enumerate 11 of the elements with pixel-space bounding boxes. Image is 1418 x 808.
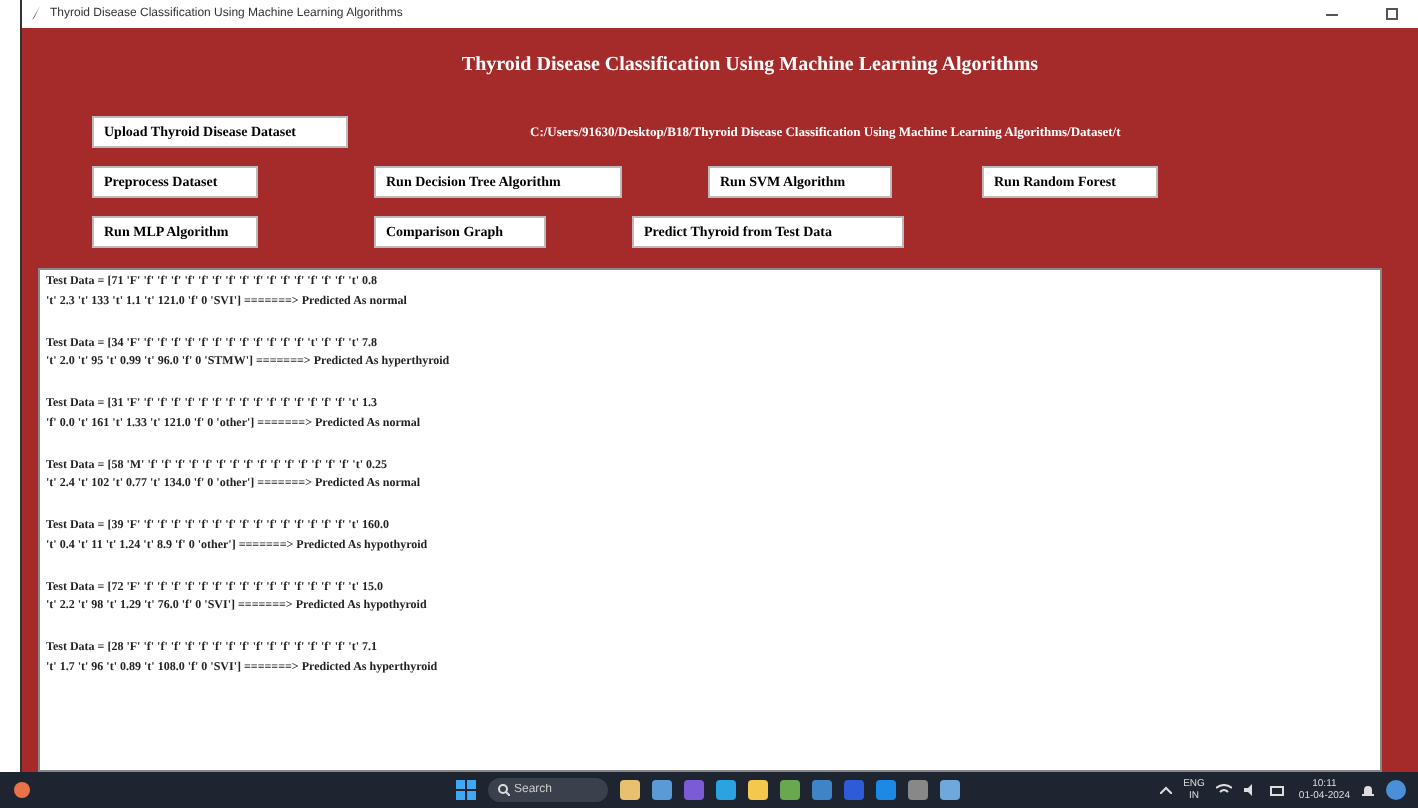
output-text-area[interactable] — [38, 268, 1382, 772]
minimize-icon[interactable] — [1326, 13, 1338, 15]
avatar-icon[interactable] — [1386, 780, 1406, 800]
widget-icon[interactable] — [12, 782, 32, 798]
chevron-up-icon[interactable] — [1159, 786, 1172, 794]
search-icon — [498, 784, 510, 796]
app-heading: Thyroid Disease Classification Using Machine Learning Algorithms — [459, 54, 1041, 76]
windows-logo-icon[interactable] — [456, 780, 476, 800]
maximize-icon[interactable] — [1386, 8, 1398, 20]
wifi-icon[interactable] — [1216, 784, 1233, 796]
bell-icon[interactable] — [1362, 783, 1374, 797]
